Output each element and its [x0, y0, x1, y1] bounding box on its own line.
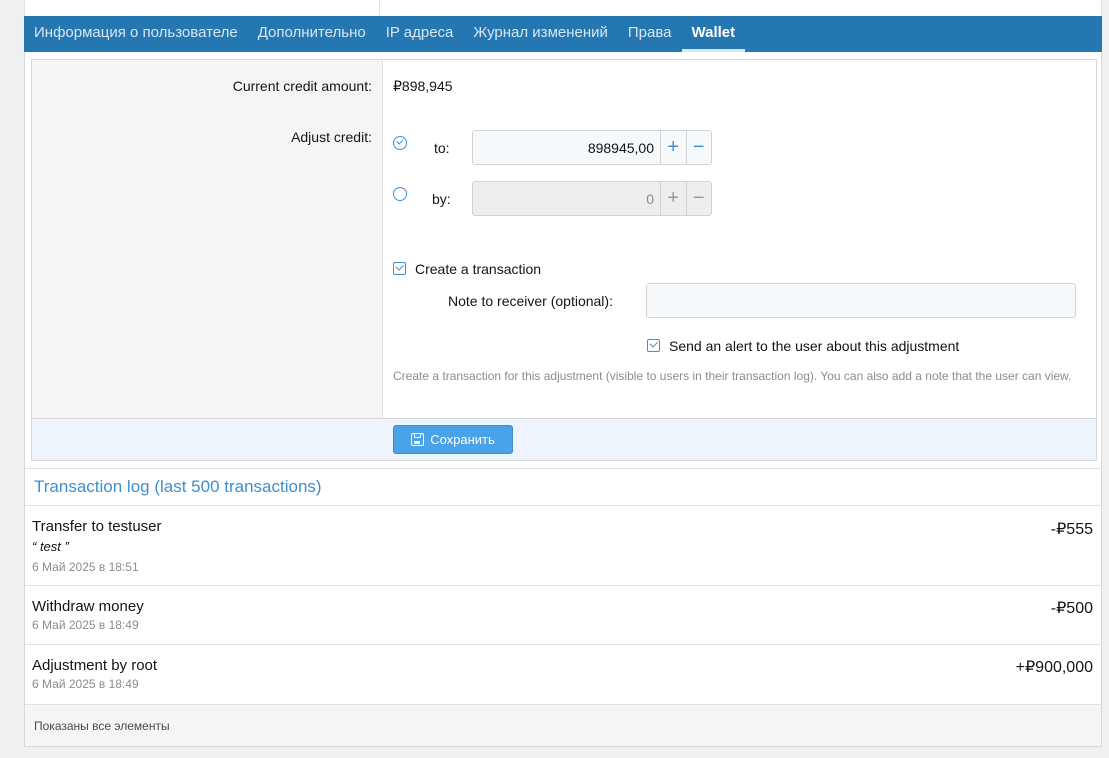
- submit-row: Сохранить: [31, 418, 1097, 461]
- decrement-by-button[interactable]: −: [685, 182, 711, 215]
- credit-to-input[interactable]: [473, 131, 660, 164]
- top-header-strip: [24, 0, 1102, 16]
- divider: [25, 644, 1101, 645]
- transaction-note: “ test ”: [32, 539, 69, 554]
- current-credit-value: ₽898,945: [393, 78, 453, 94]
- wallet-panel: Current credit amount: Adjust credit: ₽8…: [24, 52, 1102, 747]
- transaction-title: Transfer to testuser: [32, 518, 162, 535]
- credit-by-stepper: + −: [472, 181, 712, 216]
- create-transaction-label[interactable]: Create a transaction: [415, 261, 541, 277]
- radio-adjust-by[interactable]: [393, 187, 407, 201]
- increment-to-button[interactable]: +: [660, 131, 686, 164]
- form-hint: Create a transaction for this adjustment…: [393, 369, 1072, 383]
- tab-bar: Информация о пользователе Дополнительно …: [24, 16, 1102, 52]
- note-label: Note to receiver (optional):: [448, 293, 613, 309]
- transaction-date: 6 Май 2025 в 18:49: [32, 677, 139, 691]
- send-alert-label[interactable]: Send an alert to the user about this adj…: [669, 338, 959, 354]
- divider: [25, 505, 1101, 506]
- transaction-amount: -₽500: [1050, 600, 1093, 617]
- form-label-column: Current credit amount: Adjust credit:: [32, 60, 383, 461]
- tab-extra[interactable]: Дополнительно: [248, 16, 376, 52]
- all-items-shown-text: Показаны все элементы: [34, 719, 170, 733]
- save-button-label: Сохранить: [430, 432, 495, 447]
- tab-change-log[interactable]: Журнал изменений: [463, 16, 617, 52]
- note-to-receiver-input[interactable]: [646, 283, 1076, 318]
- tab-wallet[interactable]: Wallet: [681, 16, 746, 52]
- by-label: by:: [432, 191, 451, 207]
- increment-by-button[interactable]: +: [660, 182, 686, 215]
- transaction-amount: -₽555: [1050, 521, 1093, 538]
- divider: [25, 585, 1101, 586]
- transaction-amount: +₽900,000: [1015, 659, 1093, 676]
- adjust-credit-label: Adjust credit:: [291, 129, 372, 145]
- divider: [25, 468, 1101, 469]
- transaction-title: Adjustment by root: [32, 657, 158, 674]
- to-label: to:: [434, 140, 450, 156]
- divider: [379, 0, 380, 16]
- radio-set-to[interactable]: [393, 136, 407, 150]
- save-button[interactable]: Сохранить: [393, 425, 513, 454]
- log-footer: Показаны все элементы: [25, 704, 1101, 746]
- adjust-credit-form: Current credit amount: Adjust credit: ₽8…: [31, 59, 1097, 461]
- tab-ip-addresses[interactable]: IP адреса: [376, 16, 464, 52]
- create-transaction-checkbox[interactable]: [393, 262, 406, 275]
- transaction-date: 6 Май 2025 в 18:49: [32, 618, 139, 632]
- transaction-log-title: Transaction log (last 500 transactions): [34, 477, 322, 496]
- credit-to-stepper: + −: [472, 130, 712, 165]
- transaction-date: 6 Май 2025 в 18:51: [32, 560, 139, 574]
- send-alert-checkbox[interactable]: [647, 339, 660, 352]
- tab-user-info[interactable]: Информация о пользователе: [24, 16, 248, 52]
- decrement-to-button[interactable]: −: [685, 131, 711, 164]
- transaction-title: Withdraw money: [32, 598, 144, 615]
- floppy-disk-icon: [411, 433, 425, 446]
- tab-permissions[interactable]: Права: [618, 16, 682, 52]
- credit-by-input[interactable]: [473, 182, 660, 215]
- current-credit-label: Current credit amount:: [232, 78, 372, 94]
